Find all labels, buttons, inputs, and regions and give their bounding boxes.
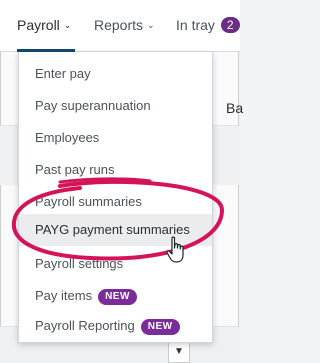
menu-item-label: Pay items [35,288,93,303]
menu-item-label: Payroll settings [35,256,124,271]
chevron-down-icon: ⌄ [63,20,72,30]
nav-in-tray[interactable]: In tray 2 [176,17,240,33]
nav-payroll[interactable]: Payroll ⌄ [17,17,76,52]
payroll-dropdown-menu: Enter pay Pay superannuation Employees P… [18,52,213,343]
menu-item-label: Employees [35,130,100,145]
menu-item-label: Payroll Reporting [35,318,135,333]
new-badge: NEW [98,289,137,305]
nav-payroll-label: Payroll [17,17,60,33]
menu-item-label: Payroll summaries [35,194,142,209]
menu-item-label: Past pay runs [35,162,115,177]
menu-item-label: Enter pay [35,66,91,81]
select-dropdown-arrow[interactable]: ▼ [168,341,190,363]
new-badge: NEW [140,319,180,335]
background-heading: Ba [226,100,244,116]
menu-item-enter-pay[interactable]: Enter pay [19,58,212,90]
nav-reports[interactable]: Reports ⌄ [94,17,155,33]
menu-item-past-pay-runs[interactable]: Past pay runs [19,154,212,186]
menu-item-pay-superannuation[interactable]: Pay superannuation [19,90,212,122]
menu-item-label: PAYG payment summaries [35,222,190,237]
top-navigation: Payroll ⌄ Reports ⌄ In tray 2 [0,0,240,52]
menu-item-employees[interactable]: Employees [19,122,212,154]
menu-item-payroll-reporting[interactable]: Payroll Reporting NEW [19,310,212,342]
nav-reports-label: Reports [94,17,144,33]
nav-in-tray-label: In tray [176,17,215,33]
menu-item-label: Pay superannuation [35,98,151,113]
in-tray-count-badge: 2 [220,17,240,33]
chevron-down-icon: ⌄ [147,20,155,30]
hand-pointer-icon [166,236,184,263]
menu-item-pay-items[interactable]: Pay items NEW [19,280,212,312]
